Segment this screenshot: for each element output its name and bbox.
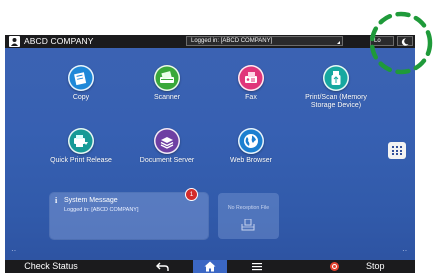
app-quick-print-release[interactable]: Quick Print Release	[36, 128, 126, 165]
app-document-server[interactable]: Document Server	[122, 128, 212, 165]
stop-icon[interactable]	[330, 262, 339, 271]
control-panel-screen: ABCD COMPANY Logged in: [ABCD COMPANY] L…	[5, 35, 415, 273]
app-list-button[interactable]	[388, 142, 406, 159]
system-message-text: Logged in: [ABCD COMPANY]	[64, 207, 139, 213]
company-name: ABCD COMPANY	[24, 36, 94, 46]
user-icon	[9, 36, 20, 47]
fax-icon	[238, 65, 264, 91]
app-label: Copy	[72, 94, 90, 101]
home-icon	[204, 261, 216, 272]
header-bar: ABCD COMPANY Logged in: [ABCD COMPANY] L…	[5, 35, 415, 48]
copy-icon	[68, 65, 94, 91]
app-label: Scanner	[153, 94, 181, 101]
app-label-line2: Storage Device)	[310, 102, 362, 109]
usb-icon	[323, 65, 349, 91]
stop-button[interactable]: Stop	[366, 260, 385, 273]
system-message-widget[interactable]: i System Message Logged in: [ABCD COMPAN…	[50, 193, 208, 239]
system-message-title: System Message	[64, 197, 118, 204]
reception-file-text: No Reception File	[227, 205, 270, 211]
notification-badge: 1	[185, 188, 198, 201]
print-release-icon	[68, 128, 94, 154]
scanner-icon	[154, 65, 180, 91]
document-server-icon	[154, 128, 180, 154]
globe-icon	[238, 128, 264, 154]
menu-icon[interactable]	[251, 262, 263, 271]
highlight-circle	[369, 11, 433, 75]
app-fax[interactable]: Fax	[206, 65, 296, 102]
check-status-button[interactable]: Check Status	[5, 260, 97, 273]
info-icon: i	[55, 196, 58, 205]
page-indicator-right: ··	[402, 246, 408, 255]
app-label: Print/Scan (Memory	[305, 94, 367, 101]
app-label: Quick Print Release	[50, 157, 112, 164]
app-copy[interactable]: Copy	[36, 65, 126, 102]
home-button[interactable]	[193, 260, 227, 273]
footer-bar: Check Status Stop	[5, 260, 415, 273]
app-web-browser[interactable]: Web Browser	[206, 128, 296, 165]
app-label: Fax	[245, 94, 257, 101]
login-status-field[interactable]: Logged in: [ABCD COMPANY]	[186, 36, 343, 46]
back-icon[interactable]	[155, 261, 171, 272]
inbox-tray-icon	[241, 219, 255, 231]
app-scanner[interactable]: Scanner	[122, 65, 212, 102]
reception-file-widget[interactable]: No Reception File	[218, 193, 279, 239]
app-label: Web Browser	[230, 157, 272, 164]
app-label: Document Server	[139, 157, 195, 164]
page-indicator-left: ··	[11, 246, 17, 255]
